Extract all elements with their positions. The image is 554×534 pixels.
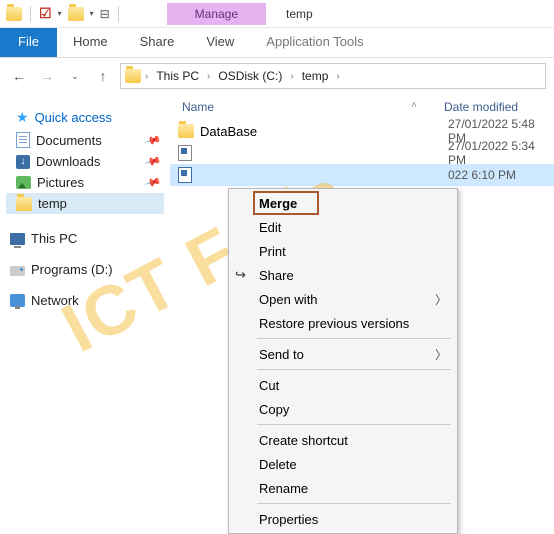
sidebar-item-documents[interactable]: Documents 📌 (6, 129, 164, 151)
qat-separator (118, 6, 119, 22)
quick-access-group[interactable]: ★ Quick access (6, 106, 164, 129)
quick-access-label: Quick access (35, 110, 112, 125)
ctx-label: Open with (259, 292, 318, 307)
file-name: DataBase (200, 124, 428, 139)
sidebar-item-programs[interactable]: Programs (D:) (6, 259, 164, 280)
breadcrumb-thispc[interactable]: This PC (152, 69, 203, 83)
sidebar-item-network[interactable]: Network (6, 290, 164, 311)
file-tab[interactable]: File (0, 28, 57, 57)
share-tab[interactable]: Share (124, 28, 191, 57)
navigation-bar: ← → ⌄ ↑ › This PC › OSDisk (C:) › temp › (0, 58, 554, 94)
forward-button[interactable]: → (36, 65, 58, 87)
pc-icon (10, 233, 25, 245)
download-icon (16, 155, 30, 169)
folder-icon (68, 7, 84, 21)
chevron-right-icon[interactable]: › (290, 71, 293, 82)
drive-icon (10, 266, 25, 276)
ctx-properties[interactable]: Properties (229, 507, 457, 531)
folder-icon (16, 197, 32, 211)
ctx-share[interactable]: ↪ Share (229, 263, 457, 287)
ctx-separator (257, 503, 451, 504)
pin-icon: 📌 (144, 173, 162, 191)
chevron-down-icon[interactable]: ▾ (58, 9, 62, 18)
ctx-create-shortcut[interactable]: Create shortcut (229, 428, 457, 452)
folder-icon (6, 7, 22, 21)
navigation-pane: ★ Quick access Documents 📌 Downloads 📌 P… (0, 94, 170, 512)
qat-separator (30, 6, 31, 22)
sidebar-item-thispc[interactable]: This PC (6, 228, 164, 249)
ctx-copy[interactable]: Copy (229, 397, 457, 421)
ctx-separator (257, 369, 451, 370)
customize-qat-icon[interactable]: ⊟ (100, 7, 110, 21)
file-row-reg-selected[interactable]: 022 6:10 PM (170, 164, 554, 186)
sort-indicator-icon: ˄ (404, 100, 424, 114)
address-bar[interactable]: › This PC › OSDisk (C:) › temp › (120, 63, 546, 89)
sidebar-item-label: Documents (36, 133, 102, 148)
recent-locations-button[interactable]: ⌄ (64, 65, 86, 87)
pin-icon: 📌 (144, 131, 162, 149)
column-header-date[interactable]: Date modified (424, 100, 550, 114)
ctx-label: Send to (259, 347, 304, 362)
ctx-delete[interactable]: Delete (229, 452, 457, 476)
application-tools-tab[interactable]: Application Tools (250, 28, 379, 57)
picture-icon (16, 176, 31, 189)
properties-icon[interactable]: ☑ (39, 5, 52, 22)
registry-file-icon (178, 167, 192, 183)
window-title: temp (286, 7, 313, 21)
ctx-rename[interactable]: Rename (229, 476, 457, 500)
sidebar-item-label: This PC (31, 231, 77, 246)
chevron-right-icon: 〉 (435, 346, 447, 363)
manage-contextual-tab[interactable]: Manage (167, 3, 266, 25)
chevron-right-icon[interactable]: › (145, 71, 148, 82)
file-date: 022 6:10 PM (428, 168, 554, 182)
up-button[interactable]: ↑ (92, 65, 114, 87)
breadcrumb-osdisk[interactable]: OSDisk (C:) (214, 69, 286, 83)
document-icon (16, 132, 30, 148)
folder-icon (178, 124, 194, 138)
ctx-label: Share (259, 268, 294, 283)
file-row-reg[interactable]: 27/01/2022 5:34 PM (170, 142, 554, 164)
ctx-cut[interactable]: Cut (229, 373, 457, 397)
ribbon-tabs: File Home Share View Application Tools (0, 28, 554, 58)
network-icon (10, 294, 25, 307)
ctx-edit[interactable]: Edit (229, 215, 457, 239)
file-date: 27/01/2022 5:34 PM (428, 139, 554, 167)
title-bar: ☑ ▾ ▾ ⊟ Manage temp (0, 0, 554, 28)
star-icon: ★ (16, 109, 29, 126)
ctx-merge[interactable]: Merge (229, 191, 457, 215)
sidebar-item-label: Downloads (36, 154, 100, 169)
home-tab[interactable]: Home (57, 28, 124, 57)
sidebar-item-downloads[interactable]: Downloads 📌 (6, 151, 164, 172)
sidebar-item-label: Programs (D:) (31, 262, 113, 277)
ctx-separator (257, 424, 451, 425)
sidebar-item-label: Network (31, 293, 79, 308)
chevron-right-icon[interactable]: › (336, 71, 339, 82)
breadcrumb-temp[interactable]: temp (298, 69, 333, 83)
context-menu: Merge Edit Print ↪ Share Open with 〉 Res… (228, 188, 458, 534)
registry-file-icon (178, 145, 192, 161)
quick-access-toolbar: ☑ ▾ ▾ ⊟ (0, 5, 127, 22)
ctx-separator (257, 338, 451, 339)
chevron-right-icon[interactable]: › (207, 71, 210, 82)
ctx-open-with[interactable]: Open with 〉 (229, 287, 457, 311)
share-icon: ↪ (235, 267, 246, 283)
sidebar-item-label: Pictures (37, 175, 84, 190)
sidebar-item-temp[interactable]: temp (6, 193, 164, 214)
folder-icon (125, 69, 141, 83)
sidebar-item-label: temp (38, 196, 67, 211)
sidebar-item-pictures[interactable]: Pictures 📌 (6, 172, 164, 193)
back-button[interactable]: ← (8, 65, 30, 87)
pin-icon: 📌 (144, 152, 162, 170)
chevron-right-icon: 〉 (435, 291, 447, 308)
view-tab[interactable]: View (190, 28, 250, 57)
ctx-restore[interactable]: Restore previous versions (229, 311, 457, 335)
chevron-down-icon[interactable]: ▾ (90, 9, 94, 18)
ctx-print[interactable]: Print (229, 239, 457, 263)
ctx-send-to[interactable]: Send to 〉 (229, 342, 457, 366)
column-header-name[interactable]: Name (174, 100, 424, 114)
